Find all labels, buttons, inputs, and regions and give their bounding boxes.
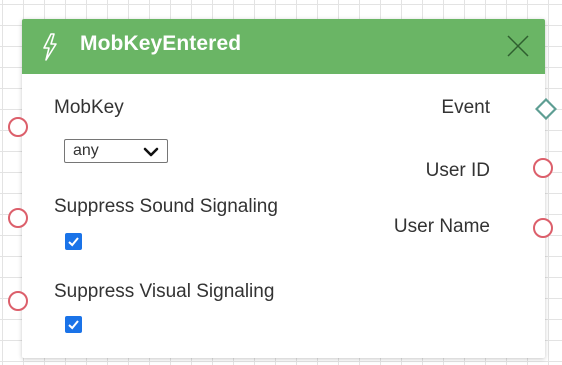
mobkey-select[interactable]: any xyxy=(64,139,168,163)
mobkeyentered-node[interactable]: MobKeyEntered MobKey any Suppress Sound … xyxy=(22,19,545,358)
close-button[interactable] xyxy=(504,32,532,60)
checkmark-icon xyxy=(68,320,79,330)
suppress-visual-checkbox[interactable] xyxy=(65,316,82,333)
mobkey-select-value: any xyxy=(73,142,99,159)
diamond-icon xyxy=(534,97,558,121)
event-output-port[interactable] xyxy=(534,97,558,121)
event-output-label: Event xyxy=(441,97,490,118)
user-id-output-label: User ID xyxy=(425,160,490,181)
node-title: MobKeyEntered xyxy=(80,32,242,55)
mobkey-label: MobKey xyxy=(54,97,124,118)
suppress-sound-checkbox[interactable] xyxy=(65,233,82,250)
suppress-visual-input-port[interactable] xyxy=(8,291,28,311)
user-name-output-port[interactable] xyxy=(533,218,553,238)
suppress-sound-input-port[interactable] xyxy=(8,208,28,228)
suppress-visual-label: Suppress Visual Signaling xyxy=(54,281,275,302)
mobkey-input-port[interactable] xyxy=(8,117,28,137)
node-header[interactable]: MobKeyEntered xyxy=(22,19,545,74)
user-name-output-label: User Name xyxy=(393,216,490,237)
user-id-output-port[interactable] xyxy=(533,158,553,178)
suppress-sound-label: Suppress Sound Signaling xyxy=(54,196,278,217)
chevron-down-icon xyxy=(143,146,159,158)
close-icon xyxy=(507,35,529,57)
checkmark-icon xyxy=(68,237,79,247)
lightning-bolt-icon xyxy=(40,33,60,61)
